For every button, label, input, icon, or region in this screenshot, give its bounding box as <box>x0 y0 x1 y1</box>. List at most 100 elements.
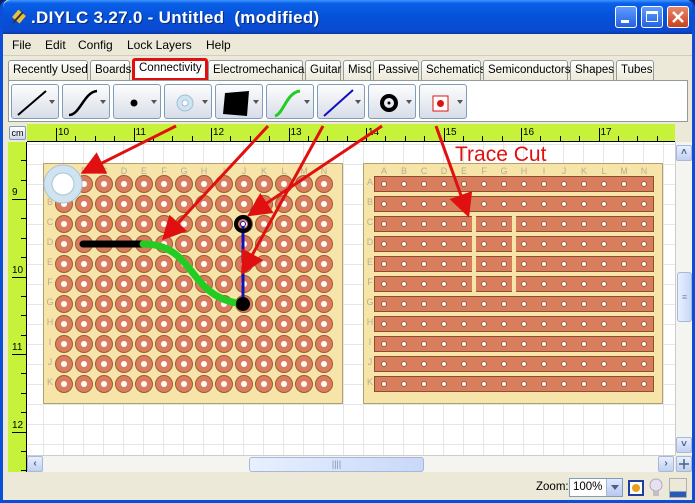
scroll-right-button[interactable]: › <box>658 456 674 472</box>
ruler-label: 9 <box>12 187 18 198</box>
scroll-down-button[interactable]: ˅ <box>676 437 692 453</box>
lightbulb-icon[interactable] <box>649 478 663 498</box>
bom-icon[interactable] <box>627 479 645 497</box>
ruler-label: 17 <box>600 127 612 138</box>
zoom-select[interactable]: 100% <box>569 478 623 497</box>
ruler-tick <box>598 128 600 142</box>
window-title: .DIYLC 3.27.0 - Untitled (modified) <box>31 8 320 27</box>
tool-jumper-wire[interactable] <box>11 84 59 119</box>
menu-file[interactable]: File <box>12 38 31 52</box>
solder-pad[interactable] <box>236 297 250 311</box>
ruler-label: 12 <box>213 127 225 138</box>
ruler-label: 12 <box>12 419 24 431</box>
tab-passive[interactable]: Passive <box>373 60 419 80</box>
ruler-label: 10 <box>12 264 24 276</box>
turret-lug-hole <box>240 221 246 227</box>
wires-layer <box>43 164 252 311</box>
title-bar[interactable]: .DIYLC 3.27.0 - Untitled (modified) <box>3 0 692 34</box>
tab-guitar[interactable]: Guitar <box>305 60 341 80</box>
zoom-value: 100% <box>573 481 603 493</box>
component-toolbar <box>8 80 688 122</box>
dropdown-arrow-icon[interactable] <box>100 100 106 104</box>
menu-help[interactable]: Help <box>206 38 231 52</box>
dropdown-arrow-icon[interactable] <box>151 100 157 104</box>
tab-semiconductors[interactable]: Semiconductors <box>483 60 570 80</box>
tool-trace[interactable] <box>317 84 365 119</box>
dropdown-arrow-icon[interactable] <box>253 100 259 104</box>
horizontal-scrollbar[interactable]: ‹ |||| › <box>27 455 675 472</box>
ruler-tick <box>288 128 290 142</box>
ruler-tick <box>56 128 57 142</box>
ruler-label: 13 <box>290 127 302 138</box>
tool-curved-wire[interactable] <box>62 84 110 119</box>
dropdown-arrow-icon[interactable] <box>355 100 361 104</box>
ruler-label: 15 <box>445 127 457 138</box>
minimize-button[interactable] <box>615 6 637 28</box>
minimize-icon <box>621 20 629 23</box>
ruler-tick <box>443 128 445 142</box>
maximize-icon <box>646 11 658 22</box>
hookup-wire[interactable] <box>139 240 249 308</box>
tool-turret-lug[interactable] <box>368 84 416 119</box>
tab-electromechanical[interactable]: Electromechanical <box>208 60 307 80</box>
scroll-up-button[interactable]: ˄ <box>676 145 692 161</box>
trace-cut-annotation: Trace Cut <box>455 143 547 166</box>
memory-indicator <box>669 478 687 498</box>
menu-lock-layers[interactable]: Lock Layers <box>127 38 192 52</box>
vertical-scrollbar[interactable]: ˄ ≡ ˅ <box>675 142 692 455</box>
blue-line-icon <box>323 89 354 117</box>
ruler-label: 11 <box>12 342 23 353</box>
ruler-unit-button[interactable]: cm <box>9 126 26 140</box>
menu-config[interactable]: Config <box>78 38 113 52</box>
horizontal-scroll-thumb[interactable]: |||| <box>249 457 424 472</box>
tab-recently-used[interactable]: Recently Used <box>8 60 88 80</box>
dropdown-arrow-icon[interactable] <box>406 100 412 104</box>
tab-schematics[interactable]: Schematics <box>421 60 485 80</box>
scroll-left-button[interactable]: ‹ <box>27 456 43 472</box>
pan-button[interactable] <box>676 456 692 472</box>
curved-line-icon <box>68 89 98 117</box>
maximize-button[interactable] <box>641 6 663 28</box>
dot-icon <box>130 99 138 107</box>
tab-misc[interactable]: Misc <box>343 60 372 80</box>
status-bar: Zoom: 100% <box>3 475 692 500</box>
green-curve-icon <box>274 89 301 118</box>
dropdown-arrow-icon[interactable] <box>49 100 55 104</box>
dropdown-arrow-icon[interactable] <box>202 100 208 104</box>
zoom-label: Zoom: <box>536 481 569 493</box>
chevron-down-icon[interactable] <box>606 479 622 496</box>
ruler-label: 16 <box>523 127 535 138</box>
dropdown-arrow-icon[interactable] <box>304 100 310 104</box>
tab-shapes[interactable]: Shapes <box>570 60 614 80</box>
dropdown-arrow-icon[interactable] <box>457 100 463 104</box>
close-button[interactable] <box>667 6 689 28</box>
ruler-tick <box>133 128 135 142</box>
tool-eyelet[interactable] <box>164 84 212 119</box>
trace-cut-icon <box>432 95 449 112</box>
app-icon <box>12 9 26 24</box>
drawing-canvas[interactable]: ABCDEFGHIJKLMNABCDEFGHIJK ABCDEFGHIJKLMN… <box>27 142 675 455</box>
ruler-tick <box>211 128 212 142</box>
ruler-tick <box>12 431 27 433</box>
tool-hookup-wire[interactable] <box>266 84 314 119</box>
ruler-label: 10 <box>58 127 70 138</box>
filled-polygon-icon <box>223 91 249 116</box>
horizontal-ruler: 10 11 12 13 14 15 16 17 <box>27 124 675 142</box>
ruler-tick <box>12 276 27 278</box>
menu-bar: File Edit Config Lock Layers Help <box>3 34 692 56</box>
component-tabs: Recently Used Boards Connectivity Electr… <box>8 58 688 81</box>
tab-connectivity[interactable]: Connectivity <box>132 58 208 81</box>
tab-boards[interactable]: Boards <box>90 60 131 80</box>
tool-trace-cut[interactable] <box>419 84 467 119</box>
tab-tubes[interactable]: Tubes <box>616 60 654 80</box>
ruler-tick <box>12 199 27 200</box>
tool-solder-pad[interactable] <box>113 84 161 119</box>
tool-copper-area[interactable] <box>215 84 263 119</box>
vertical-scroll-thumb[interactable]: ≡ <box>677 272 692 322</box>
ruler-tick <box>12 354 27 355</box>
eyelet-hole <box>51 172 75 196</box>
menu-edit[interactable]: Edit <box>45 38 66 52</box>
close-icon <box>672 11 684 23</box>
app-window: .DIYLC 3.27.0 - Untitled (modified) File… <box>0 0 695 503</box>
ring-icon <box>380 94 398 112</box>
